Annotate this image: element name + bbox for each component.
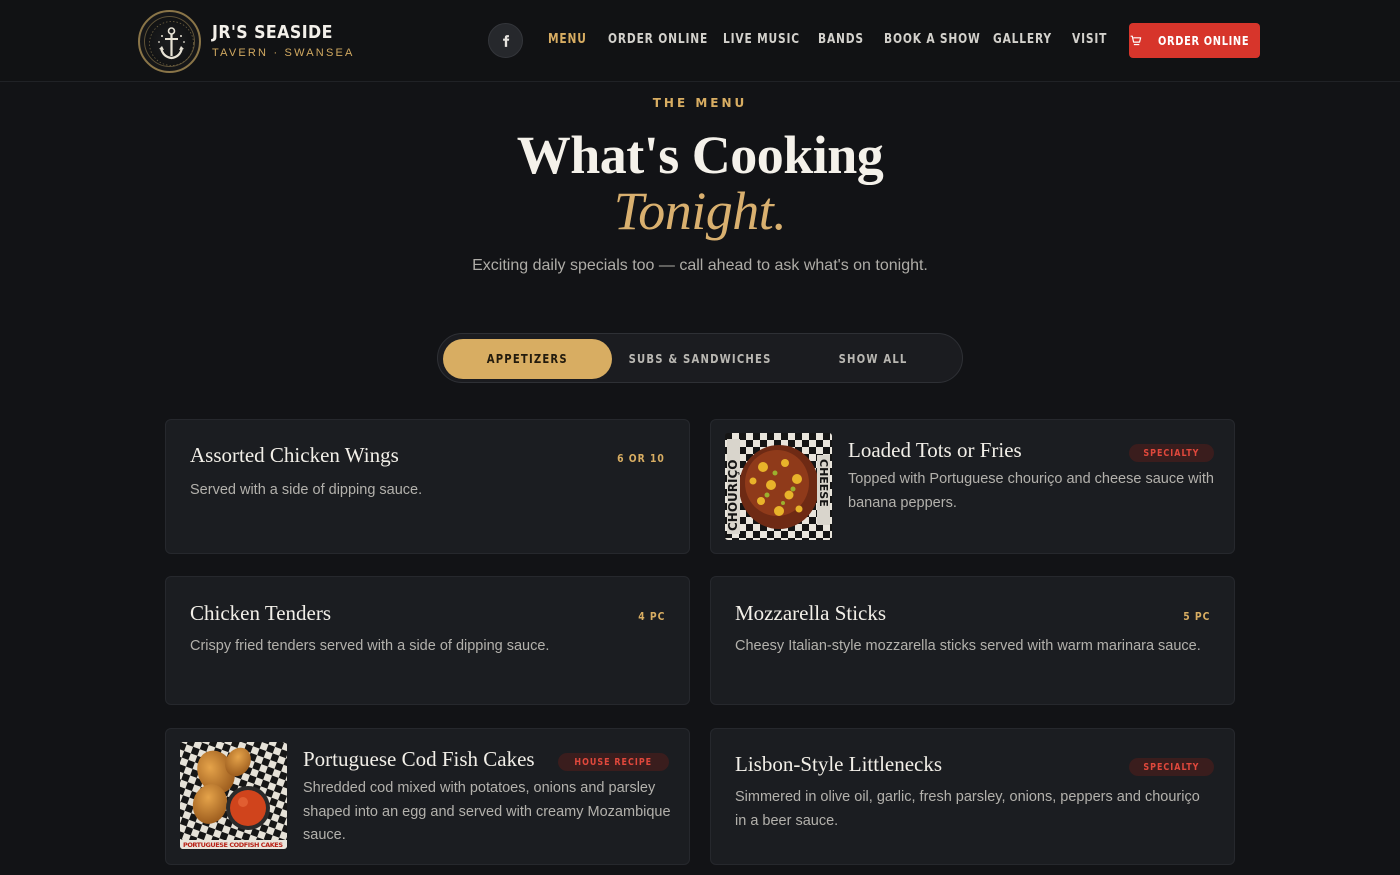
nav-gallery[interactable]: GALLERY <box>993 32 1052 50</box>
site-header: JR'S SEASIDE TAVERN · SWANSEA MENU ORDER… <box>0 0 1400 82</box>
facebook-button[interactable] <box>488 23 523 58</box>
menu-item-quantity: 4 PC <box>637 610 665 623</box>
tab-label: SHOW ALL <box>838 352 908 366</box>
house-recipe-badge: HOUSE RECIPE <box>558 753 669 771</box>
facebook-icon <box>502 34 509 47</box>
menu-category-tabs: APPETIZERS SUBS & SANDWICHES SHOW ALL <box>437 333 963 383</box>
menu-item-title: Portuguese Cod Fish Cakes <box>303 747 535 771</box>
menu-item-title: Mozzarella Sticks <box>735 601 887 625</box>
menu-item-description: Served with a side of dipping sauce. <box>190 482 423 498</box>
menu-item-title: Loaded Tots or Fries <box>848 438 1022 462</box>
nav-live-music[interactable]: LIVE MUSIC <box>723 32 800 50</box>
tab-subs-sandwiches[interactable]: SUBS & SANDWICHES <box>616 339 784 379</box>
tab-label: APPETIZERS <box>486 352 569 366</box>
nav-menu[interactable]: MENU <box>548 32 587 50</box>
nav-visit[interactable]: VISIT <box>1072 32 1107 50</box>
page-title-accent: Tonight. <box>613 181 787 241</box>
nav-bands[interactable]: BANDS <box>818 32 864 50</box>
brand-subtitle: TAVERN · SWANSEA <box>212 47 355 59</box>
tab-label: SUBS & SANDWICHES <box>628 352 772 366</box>
menu-item-quantity: 6 OR 10 <box>617 452 665 465</box>
tots-photo-caption-chourico: CHOURIÇO <box>726 459 740 531</box>
cart-icon <box>1131 35 1142 46</box>
menu-item-quantity: 5 PC <box>1182 610 1210 623</box>
food-photo-tots: CHOURIÇO CHEESE <box>725 433 832 540</box>
menu-item-description: Topped with Portuguese chouriço and chee… <box>848 471 1214 511</box>
menu-item-card[interactable]: Assorted Chicken Wings 6 OR 10 Served wi… <box>165 419 690 554</box>
menu-item-title: Chicken Tenders <box>190 601 332 625</box>
food-photo-codfish: PORTUGUESE CODFISH CAKES <box>180 742 287 849</box>
menu-item-card[interactable]: Chicken Tenders 4 PC Crispy fried tender… <box>165 576 690 705</box>
page-title: What's Cooking <box>516 125 884 185</box>
menu-item-description: Shredded cod mixed with potatoes, onions… <box>303 780 671 843</box>
section-eyebrow: THE MENU <box>652 96 748 110</box>
menu-item-title: Assorted Chicken Wings <box>190 443 399 467</box>
brand-name[interactable]: JR'S SEASIDE <box>212 22 333 43</box>
specialty-badge: SPECIALTY <box>1129 758 1214 776</box>
order-online-button[interactable]: ORDER ONLINE <box>1129 23 1260 58</box>
menu-item-description: Cheesy Italian-style mozzarella sticks s… <box>735 638 1201 654</box>
codfish-photo-caption: PORTUGUESE CODFISH CAKES <box>183 841 283 849</box>
tab-appetizers[interactable]: APPETIZERS <box>443 339 612 379</box>
menu-item-description: Simmered in olive oil, garlic, fresh par… <box>735 789 1200 829</box>
menu-item-card[interactable]: CHOURIÇO CHEESE Loaded Tots or Fries SPE… <box>710 419 1235 554</box>
anchor-icon <box>149 21 194 66</box>
menu-item-card[interactable]: Mozzarella Sticks 5 PC Cheesy Italian-st… <box>710 576 1235 705</box>
badge-label: HOUSE RECIPE <box>574 756 653 768</box>
tab-show-all[interactable]: SHOW ALL <box>788 339 958 379</box>
tots-photo-caption-cheese: CHEESE <box>817 459 830 507</box>
badge-label: SPECIALTY <box>1143 447 1200 459</box>
nav-book-a-show[interactable]: BOOK A SHOW <box>884 32 981 50</box>
specialty-badge: SPECIALTY <box>1129 444 1214 462</box>
menu-item-description: Crispy fried tenders served with a side … <box>190 638 550 654</box>
menu-item-title: Lisbon-Style Littlenecks <box>735 752 943 776</box>
menu-item-card[interactable]: PORTUGUESE CODFISH CAKES Portuguese Cod … <box>165 728 690 865</box>
cod-fish-cakes-photo: PORTUGUESE CODFISH CAKES <box>180 742 287 849</box>
nav-order-online[interactable]: ORDER ONLINE <box>608 32 708 50</box>
menu-item-card[interactable]: Lisbon-Style Littlenecks SPECIALTY Simme… <box>710 728 1235 865</box>
anchor-seal-logo[interactable] <box>138 10 201 73</box>
order-online-label: ORDER ONLINE <box>1158 33 1250 48</box>
page-tagline: Exciting daily specials too — call ahead… <box>472 257 928 274</box>
badge-label: SPECIALTY <box>1143 761 1200 773</box>
loaded-tots-photo: CHOURIÇO CHEESE <box>725 433 832 540</box>
